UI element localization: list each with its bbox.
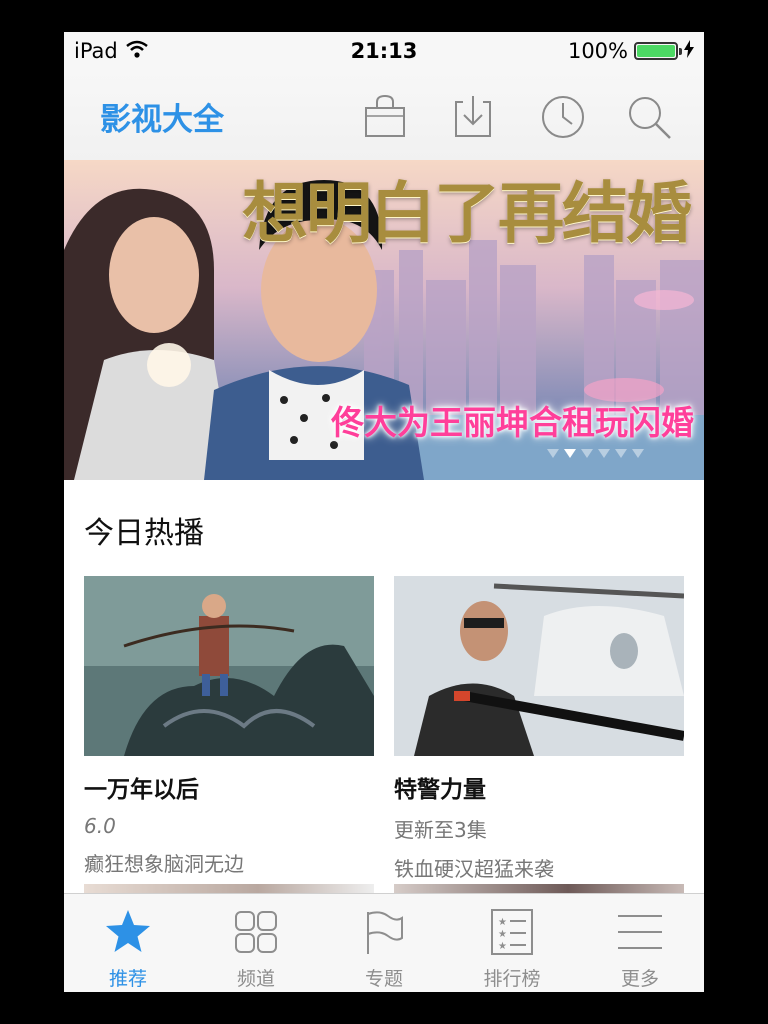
card-title: 一万年以后 xyxy=(84,777,199,803)
page-dot[interactable] xyxy=(615,449,627,458)
app-title: 影视大全 xyxy=(100,102,224,138)
star-icon xyxy=(106,910,150,952)
history-icon[interactable] xyxy=(538,92,588,142)
video-card[interactable]: 特警力量 更新至3集 铁血硬汉超猛来袭 xyxy=(394,576,684,882)
tab-rankings[interactable]: ★ ★ ★ 排行榜 xyxy=(448,894,576,992)
search-icon[interactable] xyxy=(624,92,674,142)
flag-icon xyxy=(367,911,403,954)
tab-label: 排行榜 xyxy=(483,968,541,990)
svg-text:★: ★ xyxy=(498,929,507,940)
section-title: 今日热播 xyxy=(84,516,204,551)
svg-text:★: ★ xyxy=(498,941,507,952)
more-menu-icon xyxy=(618,915,662,949)
banner-title: 想明白了再结婚 xyxy=(242,175,692,252)
status-bar: iPad 21:13 100% xyxy=(64,32,704,72)
status-right: 100% xyxy=(568,39,694,63)
page-dot[interactable] xyxy=(547,449,559,458)
tab-bar: 推荐 频道 专题 ★ ★ ★ 排行榜 更多 xyxy=(64,893,704,992)
download-icon[interactable] xyxy=(448,92,498,142)
card-thumbnail xyxy=(394,576,684,756)
banner-subtitle: 佟大为王丽坤合租玩闪婚 xyxy=(331,403,694,442)
card-thumbnail xyxy=(84,576,374,756)
svg-text:★: ★ xyxy=(498,917,507,928)
tab-label: 推荐 xyxy=(108,968,147,990)
card-description: 铁血硬汉超猛来袭 xyxy=(394,857,554,881)
battery-icon xyxy=(634,42,682,60)
tab-recommend[interactable]: 推荐 xyxy=(64,894,192,992)
bag-icon[interactable] xyxy=(360,92,410,142)
app-screen: iPad 21:13 100% 影视大全 想明白了再结婚 佟大为王丽坤合租玩闪婚… xyxy=(64,32,704,992)
ranking-list-icon: ★ ★ ★ xyxy=(491,909,533,955)
card-score: 6.0 xyxy=(84,814,116,838)
card-title: 特警力量 xyxy=(394,777,486,803)
page-dot[interactable] xyxy=(632,449,644,458)
nav-bar: 影视大全 xyxy=(64,72,704,161)
tab-label: 更多 xyxy=(620,968,659,990)
page-dot[interactable] xyxy=(564,449,576,458)
card-description: 癫狂想象脑洞无边 xyxy=(84,852,244,876)
charging-icon xyxy=(684,39,694,63)
page-dot[interactable] xyxy=(598,449,610,458)
tab-label: 频道 xyxy=(236,968,275,990)
battery-level xyxy=(637,45,675,57)
grid-icon xyxy=(235,911,277,953)
page-dot[interactable] xyxy=(581,449,593,458)
battery-percent: 100% xyxy=(567,39,628,63)
video-card[interactable]: 一万年以后 6.0 癫狂想象脑洞无边 xyxy=(84,576,374,877)
tab-more[interactable]: 更多 xyxy=(576,894,704,992)
featured-banner[interactable]: 想明白了再结婚 佟大为王丽坤合租玩闪婚 xyxy=(64,160,704,480)
page-indicator[interactable] xyxy=(547,449,644,458)
card-episode-status: 更新至3集 xyxy=(394,818,487,842)
tab-label: 专题 xyxy=(364,968,403,990)
tab-topics[interactable]: 专题 xyxy=(320,894,448,992)
tab-channels[interactable]: 频道 xyxy=(192,894,320,992)
